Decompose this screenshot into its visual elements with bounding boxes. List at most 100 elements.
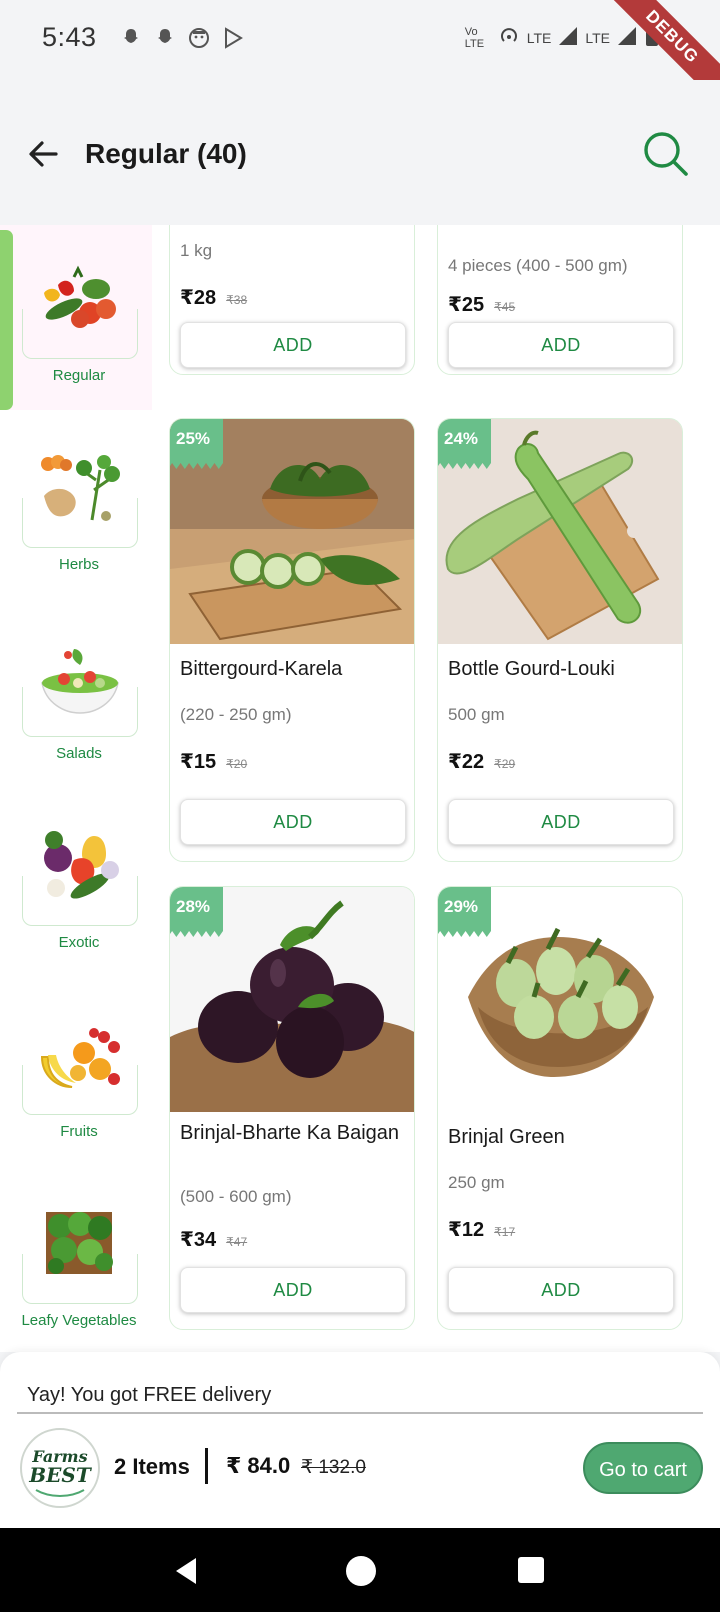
free-delivery-text: Yay! You got FREE delivery — [27, 1384, 272, 1406]
cart-original-price: ₹ 132.0 — [301, 1457, 366, 1478]
cart-item-count: 2 Items — [114, 1454, 190, 1479]
go-to-cart-button[interactable]: Go to cart — [583, 1442, 703, 1494]
sidebar-item-fruits[interactable]: Fruits — [0, 981, 152, 1166]
snapchat-icon — [118, 26, 144, 52]
product-grid[interactable]: 1 kg ₹28 ₹38 ADD 4 pieces (400 - 500 gm)… — [152, 225, 720, 1352]
salad-bowl-icon — [41, 649, 119, 714]
sidebar-item-regular[interactable]: Regular — [0, 225, 152, 410]
product-price: ₹28 — [180, 287, 217, 309]
notification-icons — [118, 26, 246, 52]
search-button[interactable] — [640, 128, 692, 180]
triangle-back-icon — [176, 1558, 196, 1584]
product-price: ₹15 — [180, 751, 217, 773]
add-button[interactable]: ADD — [180, 322, 406, 368]
sidebar-item-label: Fruits — [60, 1123, 98, 1140]
product-quantity: 500 gm — [448, 705, 505, 724]
cart-summary-sheet: Yay! You got FREE delivery Farms BEST 2 … — [0, 1352, 720, 1528]
fruits-icon — [40, 1028, 120, 1088]
sidebar-item-salads[interactable]: Salads — [0, 603, 152, 788]
snapchat-icon — [152, 26, 178, 52]
product-price: ₹12 — [448, 1219, 485, 1241]
arrow-left-icon — [29, 141, 58, 167]
hotspot-icon — [497, 24, 521, 51]
price-row: ₹34 ₹47 — [180, 1227, 247, 1252]
product-card[interactable]: 4 pieces (400 - 500 gm) ₹25 ₹45 ADD — [437, 225, 683, 375]
product-price: ₹34 — [180, 1229, 217, 1251]
add-button[interactable]: ADD — [448, 322, 674, 368]
product-price: ₹22 — [448, 751, 485, 773]
add-button[interactable]: ADD — [448, 1267, 674, 1313]
price-row: ₹28 ₹38 — [180, 285, 247, 310]
sidebar-item-label: Salads — [56, 745, 102, 762]
page-title: Regular (40) — [85, 138, 247, 169]
product-card[interactable]: 28% Brinjal-Bharte Ka Baigan (500 - 600 … — [169, 886, 415, 1330]
product-mrp: ₹38 — [226, 293, 248, 307]
product-name: Bittergourd-Karela — [180, 658, 343, 680]
product-quantity: (500 - 600 gm) — [180, 1187, 292, 1206]
product-mrp: ₹20 — [226, 757, 248, 771]
lte-label: LTE — [526, 29, 552, 46]
product-name: Brinjal Green — [448, 1126, 565, 1148]
brand-logo: Farms BEST — [20, 1428, 100, 1508]
product-card[interactable]: 24% Bottle Gourd-Louki 500 gm ₹22 ₹29 AD… — [437, 418, 683, 862]
product-mrp: ₹47 — [226, 1235, 248, 1249]
product-image: 28% — [170, 887, 414, 1112]
category-sidebar[interactable]: Regular Herbs Salads Exotic Fruits Leafy… — [0, 225, 152, 1352]
sidebar-item-leafy-vegetables[interactable]: Leafy Vegetables — [0, 1170, 152, 1352]
product-image: 25% — [170, 419, 414, 644]
price-row: ₹25 ₹45 — [448, 292, 515, 317]
signal-icon — [557, 25, 579, 50]
price-row: ₹22 ₹29 — [448, 749, 515, 774]
app-bar: Regular (40) — [0, 80, 720, 225]
product-card[interactable]: 1 kg ₹28 ₹38 ADD — [169, 225, 415, 375]
discount-badge: 24% — [438, 419, 491, 469]
leafy-vegetables-icon — [46, 1212, 113, 1274]
discount-badge: 29% — [438, 887, 491, 937]
price-row: ₹12 ₹17 — [448, 1217, 515, 1242]
product-name: Bottle Gourd-Louki — [448, 658, 615, 680]
back-button[interactable] — [22, 132, 66, 176]
sidebar-item-label: Exotic — [58, 934, 100, 951]
product-mrp: ₹29 — [494, 757, 516, 771]
exotic-vegetables-icon — [44, 831, 119, 899]
discount-badge: 28% — [170, 887, 223, 937]
nav-recents-button[interactable] — [518, 1557, 544, 1583]
search-icon — [644, 132, 688, 176]
product-quantity: (220 - 250 gm) — [180, 705, 292, 724]
sidebar-item-label: Leafy Vegetables — [21, 1312, 137, 1329]
content-area: Regular Herbs Salads Exotic Fruits Leafy… — [0, 225, 720, 1352]
price-row: ₹15 ₹20 — [180, 749, 247, 774]
play-store-icon — [220, 26, 246, 52]
product-quantity: 4 pieces (400 - 500 gm) — [448, 256, 628, 275]
product-price: ₹25 — [448, 294, 485, 316]
volte-label: Vo LTE — [464, 25, 485, 50]
product-card[interactable]: 29% Brinjal Green 250 gm ₹12 ₹17 ADD — [437, 886, 683, 1330]
lte-label-2: LTE — [585, 29, 610, 46]
product-mrp: ₹17 — [494, 1225, 516, 1239]
face-icon — [186, 26, 212, 52]
herbs-icon — [41, 455, 120, 521]
nav-back-button[interactable] — [172, 1556, 200, 1591]
product-quantity: 250 gm — [448, 1173, 505, 1192]
product-image: 24% — [438, 419, 682, 644]
product-image: 29% — [438, 887, 682, 1112]
product-quantity: 1 kg — [180, 241, 213, 260]
status-bar: 5:43 Vo LTE LTE LTE DEBUG — [0, 0, 720, 119]
sidebar-item-label: Herbs — [58, 556, 99, 573]
add-button[interactable]: ADD — [448, 799, 674, 845]
nav-home-button[interactable] — [346, 1556, 376, 1586]
cart-separator — [205, 1448, 208, 1484]
sidebar-item-exotic[interactable]: Exotic — [0, 792, 152, 977]
product-name: Brinjal-Bharte Ka Baigan — [180, 1122, 400, 1144]
product-card[interactable]: 25% Bittergourd-Karela (220 - 250 gm) ₹1… — [169, 418, 415, 862]
sidebar-item-herbs[interactable]: Herbs — [0, 414, 152, 599]
svg-text:BEST: BEST — [28, 1463, 93, 1487]
add-button[interactable]: ADD — [180, 799, 406, 845]
farms-best-logo-icon: Farms BEST — [24, 1432, 96, 1504]
vegetables-icon — [44, 265, 116, 328]
divider — [17, 1412, 703, 1414]
system-nav-bar — [0, 1528, 720, 1612]
add-button[interactable]: ADD — [180, 1267, 406, 1313]
signal-icon-2 — [616, 25, 638, 50]
status-time: 5:43 — [42, 22, 97, 52]
